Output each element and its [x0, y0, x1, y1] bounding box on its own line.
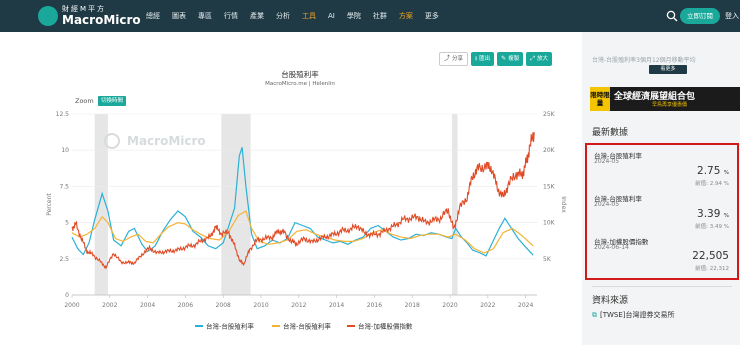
sidebar-divider	[592, 286, 732, 287]
latest-item-prev: 前值: 2.94 %	[695, 181, 729, 187]
latest-data-heading: 最新數據	[592, 128, 629, 138]
x-tick-label: 2010	[253, 302, 268, 309]
promo-banner[interactable]: 限時限量 全球經濟展望組合包 早鳥再享優惠價	[590, 87, 740, 111]
latest-item-number: 3.39	[697, 208, 721, 220]
latest-item-number: 22,505	[692, 250, 729, 262]
right-axis-title: Index	[560, 196, 567, 213]
login-button[interactable]: 登入	[725, 8, 739, 24]
x-tick-label: 2022	[480, 302, 495, 309]
x-tick-label: 2016	[367, 302, 382, 309]
latest-item-unit: %	[723, 213, 729, 219]
x-tick-label: 2008	[216, 302, 231, 309]
latest-item-number: 2.75	[697, 165, 721, 177]
latest-item-value: 2.75 %	[697, 165, 729, 177]
search-icon[interactable]	[666, 10, 678, 22]
x-tick-label: 2020	[442, 302, 457, 309]
right-tick-label: 15K	[543, 183, 556, 190]
left-tick-label: 10	[61, 147, 69, 154]
left-tick-label: 2.5	[59, 256, 69, 263]
banner-sub-text: 早鳥再享優惠價	[652, 102, 688, 108]
x-tick-label: 2012	[291, 302, 306, 309]
chart-watermark: MacroMicro	[127, 134, 206, 148]
series-line-yield	[71, 210, 534, 254]
left-tick-label: 12.5	[56, 111, 70, 118]
more-button[interactable]: 看更多	[649, 65, 687, 74]
source-link-label: [TWSE]台灣證券交易所	[600, 311, 675, 319]
source-heading: 資料來源	[592, 296, 629, 306]
sidebar-crumb[interactable]: 台灣-台股殖利率3個月12個月移動平均	[592, 55, 696, 64]
right-tick-label: 10K	[543, 220, 556, 227]
latest-item-unit: %	[723, 170, 729, 176]
left-tick-label: 0	[65, 292, 69, 299]
x-tick-label: 2004	[140, 302, 155, 309]
x-tick-label: 2018	[405, 302, 420, 309]
latest-item-value: 3.39 %	[697, 208, 729, 220]
recession-band	[221, 114, 251, 295]
x-tick-label: 2002	[102, 302, 117, 309]
latest-item-value: 22,505	[692, 250, 729, 262]
legend-label: 台灣-台股殖利率	[283, 322, 331, 331]
line-chart: 0 2.5 5 7.5 10 12.5 5K 10K 15K 20K 25K 2000 2002 2004…	[46, 111, 567, 331]
recession-band	[451, 114, 458, 295]
left-axis-title: Percent	[46, 193, 53, 216]
right-tick-label: 20K	[543, 147, 556, 154]
latest-data-box: 台灣-台股殖利率 2024-05 2.75 % 前值: 2.94 % 台灣-台股…	[585, 143, 739, 280]
banner-tag: 限時限量	[590, 87, 610, 111]
x-tick-label: 2000	[64, 302, 79, 309]
right-tick-label: 25K	[543, 111, 556, 118]
legend-label: 台灣-台股殖利率	[206, 322, 254, 331]
latest-item-prev: 前值: 22,312	[695, 266, 729, 272]
subscribe-button[interactable]: 立即訂閱	[680, 8, 720, 24]
external-link-icon: ⧉	[592, 311, 597, 319]
x-tick-label: 2014	[329, 302, 344, 309]
latest-item-date: 2024-05	[594, 158, 620, 165]
legend-label: 台灣-加權股價指數	[358, 322, 413, 331]
x-tick-label: 2024	[518, 302, 533, 309]
x-tick-label: 2006	[178, 302, 193, 309]
latest-item-date: 2024-06-14	[594, 244, 629, 251]
left-tick-label: 7.5	[59, 183, 69, 190]
latest-item-prev: 前值: 3.49 %	[695, 224, 729, 230]
series-line-index	[71, 132, 535, 270]
source-link[interactable]: ⧉ [TWSE]台灣證券交易所	[592, 310, 675, 320]
right-tick-label: 5K	[543, 256, 552, 263]
latest-item-date: 2024-05	[594, 201, 620, 208]
sidebar: 台灣-台股殖利率3個月12個月移動平均 看更多 限時限量 全球經濟展望組合包 早…	[582, 32, 740, 345]
left-tick-label: 5	[65, 220, 69, 227]
